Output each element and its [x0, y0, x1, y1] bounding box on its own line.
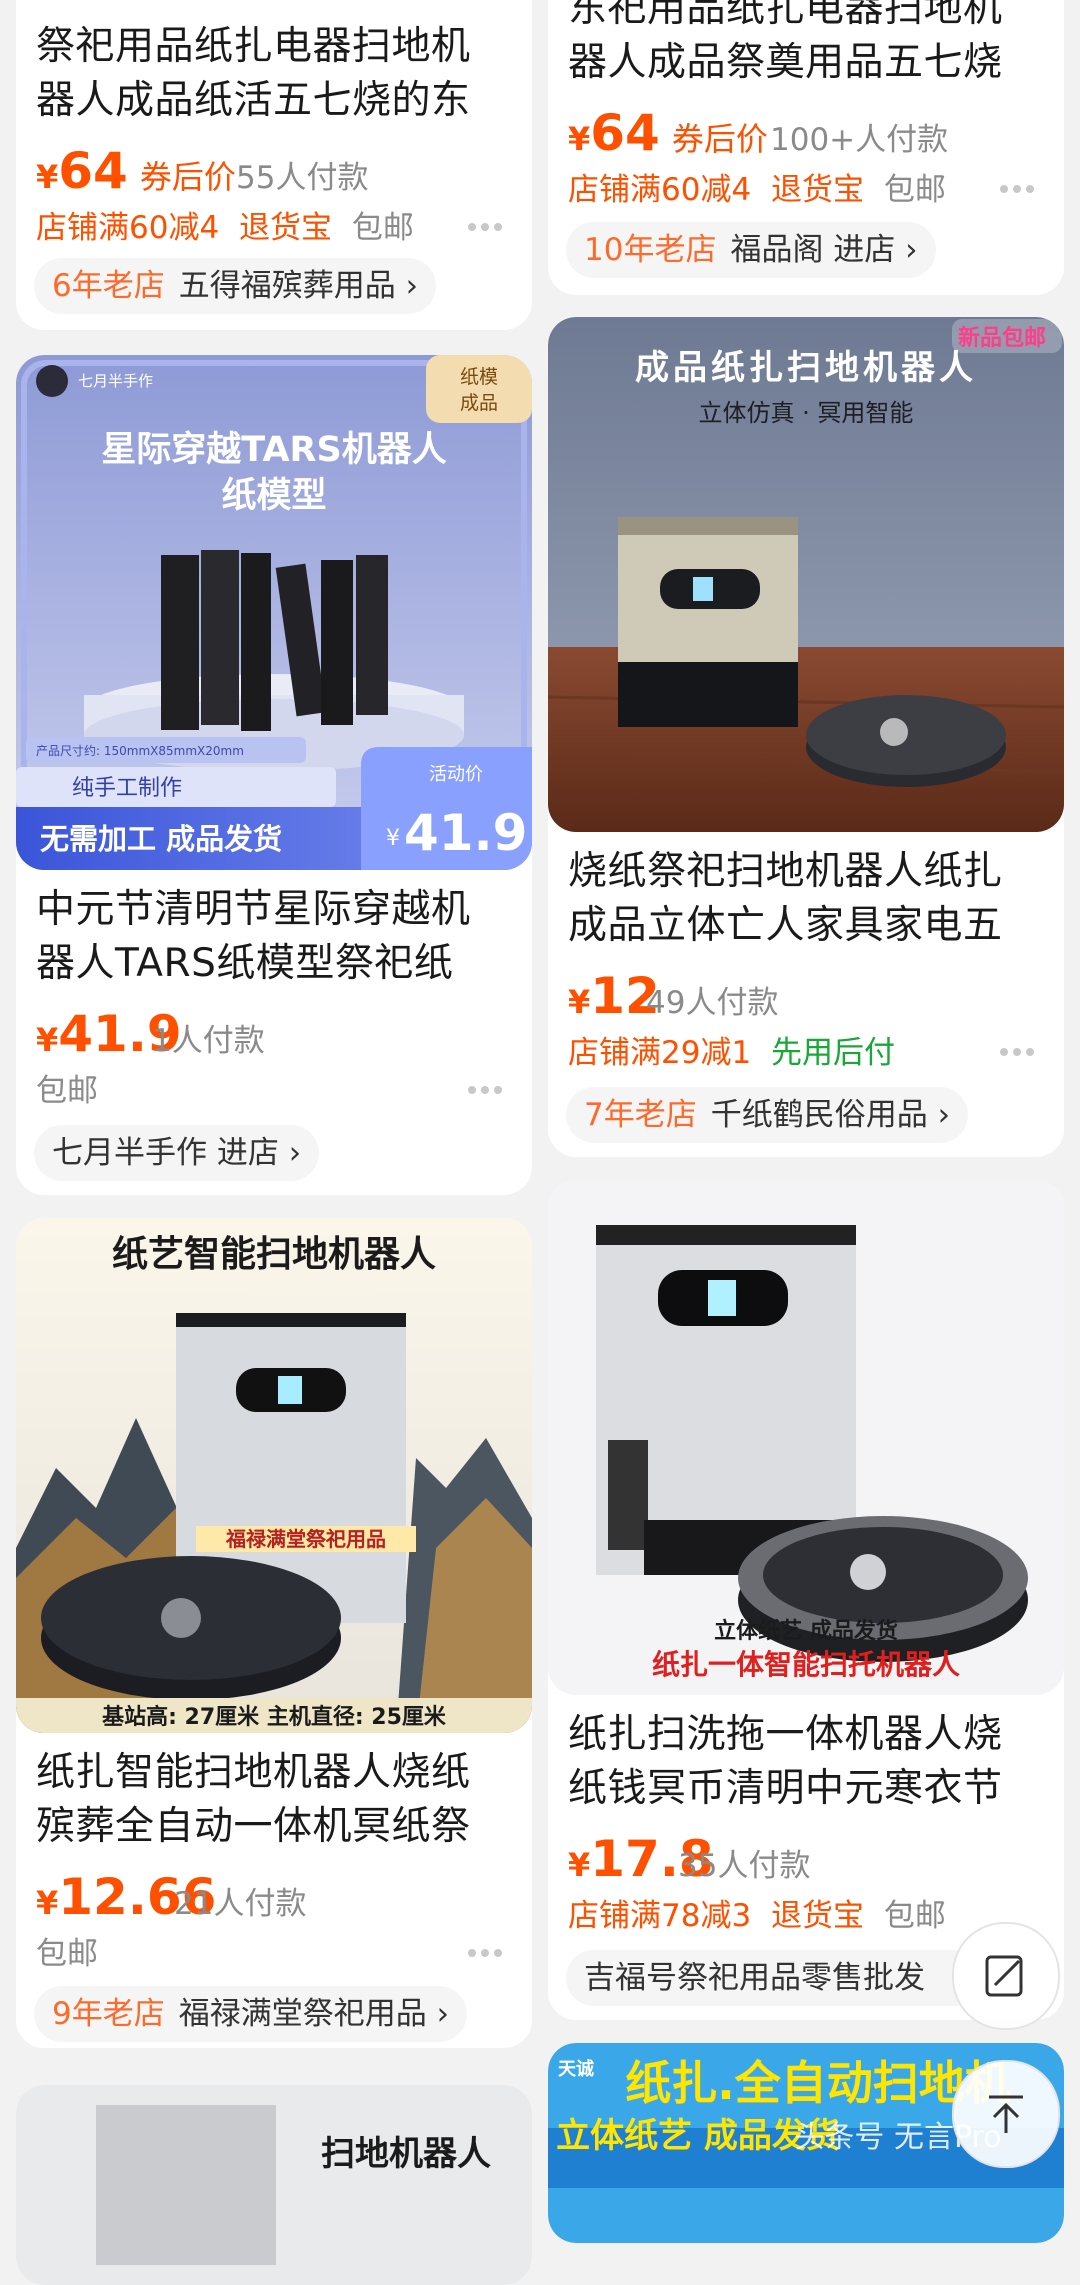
robot-product-illustration: 立体纸艺 成品发货 纸扎一体智能扫托机器人 [548, 1180, 1064, 1695]
tars-illustration: 七月半手作 纸模 成品 星际穿越TARS机器人 纸模型 产品尺寸约: 150mm… [16, 355, 532, 870]
svg-text:无需加工 成品发货: 无需加工 成品发货 [40, 822, 282, 856]
svg-text:成品纸扎扫地机器人: 成品纸扎扫地机器人 [635, 348, 977, 388]
sold-count: 100+人付款 [770, 122, 949, 158]
promo-line: 店铺满78减3 退货宝 包邮 [568, 1898, 946, 1934]
product-image[interactable]: 纸艺智能扫地机器人 福禄满堂祭祀用品 基站高: 27厘米 主机直径: 25厘米 [16, 1218, 532, 1733]
sold-count: 55人付款 [236, 160, 369, 196]
edit-icon [985, 1955, 1023, 1997]
coupon-label: 券后价 [671, 120, 768, 158]
svg-text:纸艺智能扫地机器人: 纸艺智能扫地机器人 [112, 1234, 436, 1275]
product-title: 烧纸祭祀扫地机器人纸扎 成品立体亡人家具家电五 [568, 849, 1003, 948]
robot-render-illustration: 新品包邮 成品纸扎扫地机器人 立体仿真 · 冥用智能 [548, 317, 1064, 832]
promo-line: 店铺满29减1 先用后付 [568, 1035, 896, 1071]
product-title: 东祀用品纸扎电器扫地机 器人成品祭奠用品五七烧 [568, 0, 1003, 85]
svg-text:活动价: 活动价 [429, 764, 483, 785]
chevron-right-icon: › [395, 268, 418, 304]
more-options-icon[interactable] [1000, 178, 1040, 193]
product-image[interactable]: 新品包邮 成品纸扎扫地机器人 立体仿真 · 冥用智能 [548, 317, 1064, 832]
product-image[interactable]: 立体纸艺 成品发货 纸扎一体智能扫托机器人 [548, 1180, 1064, 1695]
more-options-icon[interactable] [468, 216, 508, 231]
shop-link[interactable]: 6年老店 五得福殡葬用品 › [34, 258, 436, 314]
product-card[interactable]: 祭祀用品纸扎电器扫地机 器人成品纸活五七烧的东 ¥64 券后价 55人付款 店铺满… [16, 0, 532, 330]
product-card[interactable]: 纸艺智能扫地机器人 福禄满堂祭祀用品 基站高: 27厘米 主机直径: 25厘米 … [16, 1218, 532, 2048]
more-options-icon[interactable] [468, 1942, 508, 1957]
robot-banner-illustration: 扫地机器人 [16, 2085, 532, 2285]
promo-line: 包邮 [36, 1073, 98, 1109]
svg-text:星际穿越TARS机器人: 星际穿越TARS机器人 [101, 430, 446, 470]
sold-count: 21人付款 [174, 1886, 307, 1922]
svg-text:天诚: 天诚 [558, 2059, 594, 2080]
landscape-robot-illustration: 纸艺智能扫地机器人 福禄满堂祭祀用品 基站高: 27厘米 主机直径: 25厘米 [16, 1218, 532, 1733]
more-options-icon[interactable] [468, 1079, 508, 1094]
arrow-up-icon [989, 2095, 1023, 2133]
svg-text:福禄满堂祭祀用品: 福禄满堂祭祀用品 [225, 1527, 386, 1551]
chevron-right-icon: › [426, 1996, 449, 2032]
product-price: ¥64 券后价 [568, 104, 768, 162]
sold-count: 1人付款 [152, 1023, 265, 1059]
shop-link[interactable]: 7年老店 千纸鹤民俗用品 › [566, 1087, 968, 1143]
product-card[interactable]: 扫地机器人 [16, 2085, 532, 2285]
product-title: 纸扎智能扫地机器人烧纸 殡葬全自动一体机冥纸祭 [36, 1750, 471, 1849]
product-card[interactable]: 立体纸艺 成品发货 纸扎一体智能扫托机器人 纸扎扫洗拖一体机器人烧 纸钱冥币清明… [548, 1180, 1064, 2020]
svg-text:纯手工制作: 纯手工制作 [72, 776, 182, 801]
promo-line: 包邮 [36, 1936, 98, 1972]
shop-link[interactable]: 9年老店 福禄满堂祭祀用品 › [34, 1986, 467, 2042]
coupon-label: 券后价 [139, 158, 236, 196]
back-to-top-button[interactable] [952, 2060, 1060, 2168]
promo-line: 店铺满60减4 退货宝 包邮 [36, 210, 414, 246]
product-card[interactable]: 新品包邮 成品纸扎扫地机器人 立体仿真 · 冥用智能 烧纸祭祀扫地机器人纸扎 成… [548, 317, 1064, 1157]
promo-line: 店铺满60减4 退货宝 包邮 [568, 172, 946, 208]
svg-text:立体仿真 · 冥用智能: 立体仿真 · 冥用智能 [699, 399, 914, 427]
chevron-right-icon: › [927, 1097, 950, 1133]
svg-text:成品: 成品 [460, 392, 498, 414]
svg-text:纸扎一体智能扫托机器人: 纸扎一体智能扫托机器人 [652, 1648, 960, 1681]
svg-text:纸模型: 纸模型 [221, 476, 326, 516]
product-title: 祭祀用品纸扎电器扫地机 器人成品纸活五七烧的东 [36, 24, 471, 123]
feedback-button[interactable] [952, 1922, 1060, 2030]
svg-text:纸模: 纸模 [460, 366, 498, 388]
product-card[interactable]: 七月半手作 纸模 成品 星际穿越TARS机器人 纸模型 产品尺寸约: 150mm… [16, 355, 532, 1195]
product-image[interactable]: 扫地机器人 [16, 2085, 532, 2285]
sold-count: 49人付款 [646, 985, 779, 1021]
chevron-right-icon: › [895, 232, 918, 268]
svg-text:七月半手作: 七月半手作 [78, 372, 153, 390]
shop-link[interactable]: 10年老店 福品阁 进店 › [566, 222, 936, 278]
svg-text:产品尺寸约: 150mmX85mmX20mm: 产品尺寸约: 150mmX85mmX20mm [36, 743, 244, 758]
shop-link[interactable]: 七月半手作 进店 › [34, 1125, 320, 1181]
sold-count: 35人付款 [678, 1848, 811, 1884]
svg-text:基站高: 27厘米 主机直径: 25厘米: 基站高: 27厘米 主机直径: 25厘米 [102, 1704, 447, 1730]
more-options-icon[interactable] [1000, 1041, 1040, 1056]
chevron-right-icon: › [278, 1135, 302, 1171]
product-image[interactable]: 七月半手作 纸模 成品 星际穿越TARS机器人 纸模型 产品尺寸约: 150mm… [16, 355, 532, 870]
svg-text:41.9: 41.9 [404, 804, 527, 862]
product-card[interactable]: 东祀用品纸扎电器扫地机 器人成品祭奠用品五七烧 ¥64 券后价 100+人付款 店… [548, 0, 1064, 295]
product-title: 纸扎扫洗拖一体机器人烧 纸钱冥币清明中元寒衣节 [568, 1712, 1003, 1811]
product-title: 中元节清明节星际穿越机 器人TARS纸模型祭祀纸 [36, 887, 471, 986]
svg-text:扫地机器人: 扫地机器人 [321, 2134, 491, 2174]
product-price: ¥64 券后价 [36, 142, 236, 200]
svg-text:立体纸艺 成品发货: 立体纸艺 成品发货 [714, 1618, 898, 1644]
svg-text:¥: ¥ [386, 826, 400, 851]
